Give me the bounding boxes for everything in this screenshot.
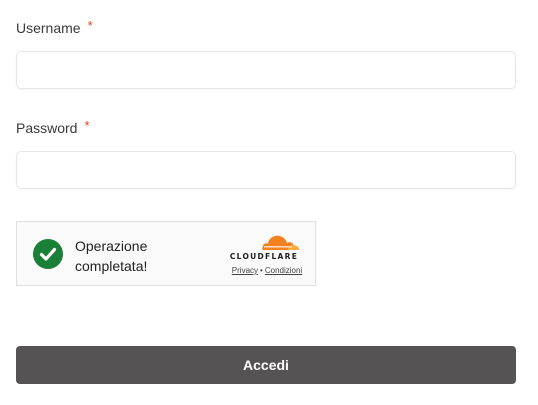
cloudflare-logo: CLOUDFLARE Privacy • Condizioni bbox=[225, 232, 303, 278]
password-label-text: Password bbox=[16, 120, 78, 136]
cloudflare-turnstile-widget[interactable]: Operazione completata! CLOUDFLARE Privac… bbox=[16, 221, 316, 286]
required-asterisk: * bbox=[84, 118, 90, 133]
username-label: Username * bbox=[16, 18, 93, 38]
check-circle-icon bbox=[33, 239, 63, 269]
link-separator: • bbox=[260, 266, 263, 275]
password-label: Password * bbox=[16, 118, 90, 138]
login-button[interactable]: Accedi bbox=[16, 346, 516, 384]
captcha-links: Privacy • Condizioni bbox=[225, 266, 309, 275]
terms-link[interactable]: Condizioni bbox=[265, 266, 302, 275]
captcha-status-text: Operazione completata! bbox=[75, 238, 148, 274]
cloudflare-cloud-icon bbox=[262, 235, 300, 250]
username-input[interactable] bbox=[16, 51, 516, 89]
cloudflare-wordmark: CLOUDFLARE bbox=[229, 252, 299, 261]
required-asterisk: * bbox=[87, 18, 93, 33]
username-label-text: Username bbox=[16, 20, 81, 36]
password-input[interactable] bbox=[16, 151, 516, 189]
privacy-link[interactable]: Privacy bbox=[232, 266, 258, 275]
